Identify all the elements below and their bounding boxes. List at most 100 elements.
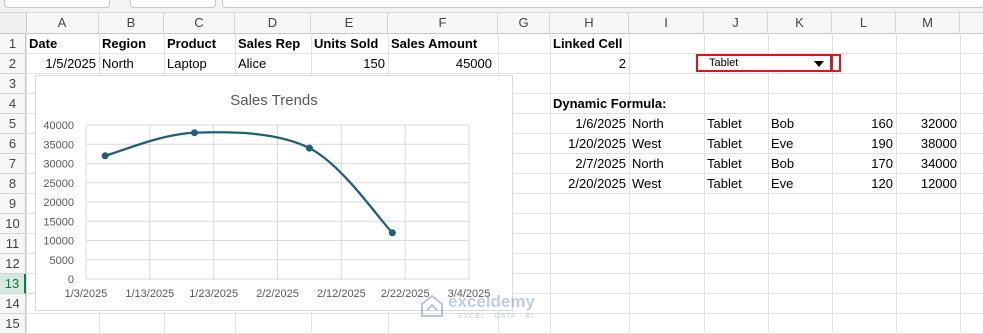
- exceldemy-watermark: exceldemy EXCEL · DATA · BI: [418, 284, 568, 324]
- header-product[interactable]: Product: [164, 34, 235, 54]
- result-cell-units[interactable]: 160: [832, 114, 896, 134]
- y-tick-label: 20000: [43, 197, 74, 209]
- data-point-marker: [101, 152, 109, 160]
- column-header-a[interactable]: A: [26, 13, 99, 33]
- column-header-b[interactable]: B: [99, 13, 164, 33]
- result-cell-date[interactable]: 1/20/2025: [550, 134, 629, 154]
- result-cell-region[interactable]: North: [629, 114, 704, 134]
- cell-h2-linked-value[interactable]: 2: [550, 54, 629, 74]
- column-header-h[interactable]: H: [550, 13, 629, 33]
- row-header-13[interactable]: 13: [0, 274, 26, 294]
- row-header-14[interactable]: 14: [0, 294, 26, 314]
- column-header-l[interactable]: L: [832, 13, 896, 33]
- formula-bar-buttons[interactable]: [130, 0, 216, 8]
- header-units-sold[interactable]: Units Sold: [311, 34, 388, 54]
- result-cell-rep[interactable]: Eve: [768, 134, 832, 154]
- result-cell-product[interactable]: Tablet: [704, 134, 768, 154]
- y-tick-label: 15000: [43, 216, 74, 228]
- row-header-9[interactable]: 9: [0, 194, 26, 214]
- header-sales-amount[interactable]: Sales Amount: [388, 34, 498, 54]
- select-all-corner[interactable]: [0, 13, 27, 33]
- y-tick-label: 40000: [43, 120, 74, 132]
- y-tick-label: 30000: [43, 159, 74, 171]
- cell-d2-rep[interactable]: Alice: [235, 54, 311, 74]
- result-cell-rep[interactable]: Bob: [768, 154, 832, 174]
- header-region[interactable]: Region: [99, 34, 164, 54]
- data-point-marker: [388, 229, 396, 237]
- header-sales-rep[interactable]: Sales Rep: [235, 34, 311, 54]
- row-header-11[interactable]: 11: [0, 234, 26, 254]
- chart-title: Sales Trends: [230, 92, 318, 109]
- row-header-10[interactable]: 10: [0, 214, 26, 234]
- dropdown-button[interactable]: [832, 54, 841, 72]
- result-cell-date[interactable]: 1/6/2025: [550, 114, 629, 134]
- dropdown-arrow-icon[interactable]: [814, 61, 824, 67]
- row-header-1[interactable]: 1: [0, 34, 26, 54]
- cell-a2-date[interactable]: 1/5/2025: [26, 54, 99, 74]
- result-cell-region[interactable]: North: [629, 154, 704, 174]
- column-header-g[interactable]: G: [498, 13, 550, 33]
- x-tick-label: 2/12/2025: [317, 288, 366, 300]
- y-tick-label: 35000: [43, 139, 74, 151]
- result-cell-amount[interactable]: 34000: [896, 154, 960, 174]
- y-tick-label: 10000: [43, 236, 74, 248]
- column-header-m[interactable]: M: [896, 13, 960, 33]
- grid-vline: [26, 33, 27, 332]
- chart-svg: Sales Trends 0 5000 10000 15000 20000 25000 300…: [43, 92, 490, 300]
- cell-f2-amount[interactable]: 45000: [388, 54, 495, 74]
- result-cell-amount[interactable]: 32000: [896, 114, 960, 134]
- header-linked-cell[interactable]: Linked Cell: [550, 34, 630, 54]
- column-header-c[interactable]: C: [164, 13, 235, 33]
- result-cell-units[interactable]: 120: [832, 174, 896, 194]
- result-cell-region[interactable]: West: [629, 134, 704, 154]
- dynamic-formula-label[interactable]: Dynamic Formula:: [550, 94, 700, 114]
- row-header-4[interactable]: 4: [0, 94, 26, 114]
- row-header-3[interactable]: 3: [0, 74, 26, 94]
- column-header-f[interactable]: F: [388, 13, 498, 33]
- result-cell-amount[interactable]: 12000: [896, 174, 960, 194]
- result-cell-units[interactable]: 170: [832, 154, 896, 174]
- row-header-2[interactable]: 2: [0, 54, 26, 74]
- result-cell-region[interactable]: West: [629, 174, 704, 194]
- row-header-8[interactable]: 8: [0, 174, 26, 194]
- grid-vline: [960, 33, 961, 332]
- product-dropdown[interactable]: Tablet: [696, 54, 832, 72]
- dropdown-value: Tablet: [709, 57, 739, 69]
- name-box[interactable]: [4, 0, 110, 8]
- cell-c2-product[interactable]: Laptop: [164, 54, 235, 74]
- data-point-marker: [305, 144, 313, 152]
- result-cell-rep[interactable]: Eve: [768, 174, 832, 194]
- x-tick-label: 1/13/2025: [125, 288, 174, 300]
- formula-input[interactable]: [222, 0, 983, 8]
- result-cell-product[interactable]: Tablet: [704, 154, 768, 174]
- column-header-e[interactable]: E: [311, 13, 388, 33]
- result-cell-units[interactable]: 190: [832, 134, 896, 154]
- header-date[interactable]: Date: [26, 34, 99, 54]
- row-header-15[interactable]: 15: [0, 314, 26, 334]
- row-header-7[interactable]: 7: [0, 154, 26, 174]
- row-header-6[interactable]: 6: [0, 134, 26, 154]
- row-header-5[interactable]: 5: [0, 114, 26, 134]
- column-header-i[interactable]: I: [629, 13, 704, 33]
- exceldemy-logo-icon: [421, 294, 443, 317]
- watermark-tagline: EXCEL · DATA · BI: [458, 313, 534, 320]
- x-tick-label: 1/23/2025: [189, 288, 238, 300]
- formula-bar-strip: [0, 0, 983, 13]
- x-tick-label: 2/2/2025: [256, 288, 299, 300]
- row-header-12[interactable]: 12: [0, 254, 26, 274]
- result-cell-date[interactable]: 2/20/2025: [550, 174, 629, 194]
- watermark-name: exceldemy: [448, 292, 535, 311]
- cell-b2-region[interactable]: North: [99, 54, 164, 74]
- column-header-d[interactable]: D: [235, 13, 311, 33]
- result-cell-rep[interactable]: Bob: [768, 114, 832, 134]
- result-cell-product[interactable]: Tablet: [704, 174, 768, 194]
- result-cell-date[interactable]: 2/7/2025: [550, 154, 629, 174]
- column-header-k[interactable]: K: [768, 13, 832, 33]
- result-cell-amount[interactable]: 38000: [896, 134, 960, 154]
- cell-e2-units[interactable]: 150: [311, 54, 388, 74]
- column-header-j[interactable]: J: [704, 13, 768, 33]
- sales-trends-chart[interactable]: Sales Trends 0 5000 10000 15000 20000 25000 300…: [35, 75, 513, 311]
- y-tick-label: 5000: [50, 255, 74, 267]
- x-tick-label: 1/3/2025: [65, 288, 108, 300]
- result-cell-product[interactable]: Tablet: [704, 114, 768, 134]
